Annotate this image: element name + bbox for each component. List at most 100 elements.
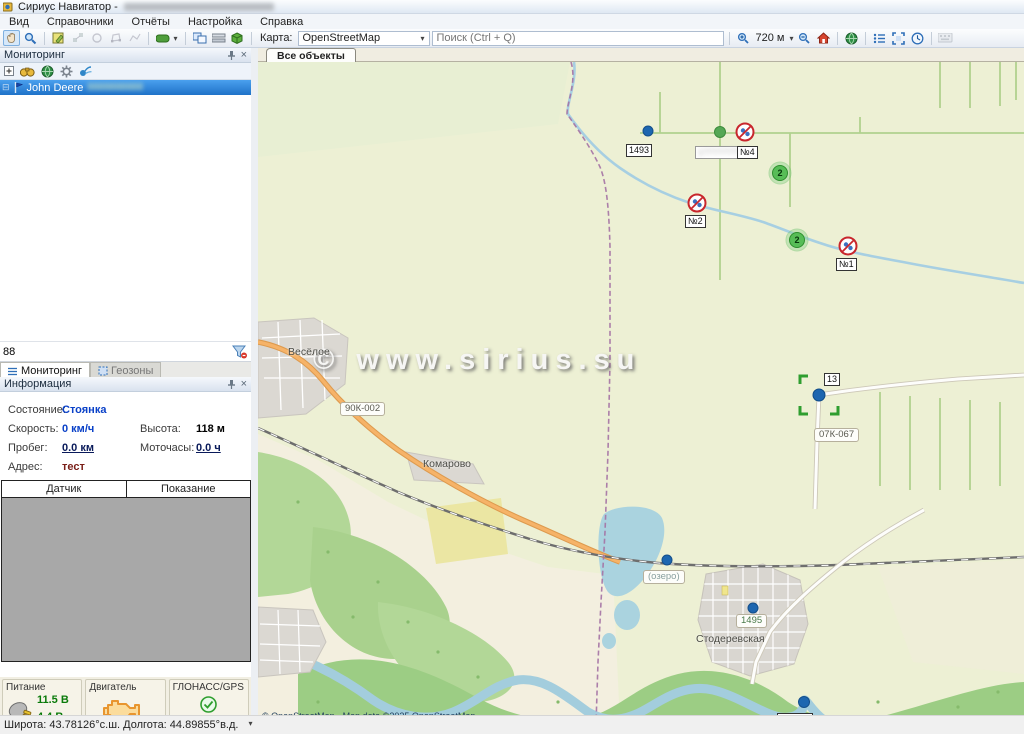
- clock-icon[interactable]: [909, 30, 926, 46]
- map-edit-icon[interactable]: [50, 30, 67, 46]
- mileage-label: Пробег:: [8, 442, 48, 454]
- toolbar-separator: [185, 32, 186, 45]
- map-label-n1: №1: [836, 258, 857, 271]
- marker-cluster-a[interactable]: 2: [769, 162, 791, 184]
- search-input[interactable]: [432, 31, 724, 46]
- speed-label: Скорость:: [8, 423, 59, 435]
- info-panel-header: Информация ×: [0, 377, 251, 392]
- zoom-out-icon[interactable]: [796, 30, 813, 46]
- expand-all-icon[interactable]: [4, 66, 14, 76]
- filter-input[interactable]: [0, 346, 232, 358]
- menu-nastroyka[interactable]: Настройка: [179, 16, 251, 28]
- satellite-icon: [200, 696, 217, 713]
- pin-icon[interactable]: [227, 50, 236, 60]
- flag-icon: [14, 82, 23, 93]
- home-icon[interactable]: [815, 30, 832, 46]
- map-tab-bar: Все объекты: [258, 48, 1024, 62]
- height-value: 118 м: [196, 423, 225, 435]
- map-select-label: Карта:: [257, 32, 296, 44]
- marker-blue-lake[interactable]: [662, 555, 672, 565]
- marker-blue-terek[interactable]: [799, 697, 810, 708]
- main-toolbar: ▾ Карта: OpenStreetMap ▾ 720 м ▾: [0, 29, 1024, 48]
- address-value: тест: [62, 461, 85, 473]
- list-icon[interactable]: [871, 30, 888, 46]
- map-tab-all-objects[interactable]: Все объекты: [266, 48, 356, 62]
- title-bar: Сириус Навигатор -: [0, 0, 1024, 14]
- panels-icon[interactable]: [191, 30, 208, 46]
- binoculars-icon[interactable]: [20, 66, 35, 77]
- power-voltage-1: 11.5 В: [37, 694, 69, 706]
- magnifier-icon[interactable]: [22, 30, 39, 46]
- statusbar-caret[interactable]: ▾: [248, 719, 252, 728]
- menu-spravka[interactable]: Справка: [251, 16, 312, 28]
- tree-item-vehicle[interactable]: ⊟ John Deere 8888888888: [0, 80, 251, 95]
- ruler-icon[interactable]: [210, 30, 227, 46]
- toolbar-separator: [44, 32, 45, 45]
- map-label-13: 13: [824, 373, 840, 386]
- settings-gear-icon[interactable]: [60, 65, 73, 78]
- map-label-1493: 1493: [626, 144, 652, 157]
- toolbar-separator: [251, 32, 252, 45]
- pin-icon[interactable]: [227, 379, 236, 389]
- road-label-90k002: 90К-002: [340, 402, 385, 416]
- map-label-1495: 1495: [736, 614, 767, 628]
- filter-funnel-icon[interactable]: [232, 345, 248, 359]
- pan-hand-icon[interactable]: [3, 30, 20, 46]
- app-icon: [3, 1, 14, 12]
- zoom-scale-value[interactable]: 720 м: [754, 32, 787, 44]
- marker-alert-4[interactable]: [737, 124, 754, 141]
- road-label-07k067: 07К-067: [814, 428, 859, 442]
- reading-column[interactable]: Показание: [127, 481, 251, 497]
- height-label: Высота:: [140, 423, 181, 435]
- close-icon[interactable]: ×: [241, 50, 247, 60]
- marker-blue-1495[interactable]: [748, 603, 758, 613]
- coordinates-readout: Широта: 43.78126°с.ш. Долгота: 44.89855°…: [4, 719, 238, 731]
- zoom-in-icon[interactable]: [735, 30, 752, 46]
- sensor-column[interactable]: Датчик: [2, 481, 127, 497]
- menu-otchety[interactable]: Отчёты: [123, 16, 179, 28]
- tracking-icon[interactable]: [79, 65, 92, 77]
- menu-spravochniki[interactable]: Справочники: [38, 16, 123, 28]
- hours-value[interactable]: 0.0 ч: [196, 442, 221, 454]
- fit-extent-icon[interactable]: [890, 30, 907, 46]
- map-region: Все объекты: [258, 48, 1024, 723]
- list-icon: [8, 367, 18, 376]
- town-label-stoderevskaya: Стодеревская: [696, 633, 765, 645]
- marker-cluster-b[interactable]: 2: [786, 229, 808, 251]
- marker-blue-1493[interactable]: [643, 126, 653, 136]
- zoom-scale-caret[interactable]: ▾: [789, 34, 793, 43]
- monitoring-panel-header: Мониторинг ×: [0, 48, 251, 63]
- polyline-tool-icon: [126, 30, 143, 46]
- map-label-lake: (озеро): [643, 570, 685, 584]
- tab-monitoring-label: Мониторинг: [21, 365, 82, 377]
- marker-alert-1[interactable]: [840, 238, 857, 255]
- toolbar-separator: [865, 32, 866, 45]
- map-provider-select[interactable]: OpenStreetMap ▾: [298, 31, 430, 46]
- monitoring-toolbar: [0, 63, 251, 80]
- cube-icon[interactable]: [229, 30, 246, 46]
- geozone-icon: [98, 366, 108, 376]
- town-label-komarovo: Комарово: [423, 458, 471, 470]
- map-graphics: 2 2: [258, 62, 1024, 724]
- marker-green-dot[interactable]: [715, 127, 726, 138]
- blurred-vehicle-number: 8888888888: [87, 82, 143, 93]
- tree-area[interactable]: [0, 95, 251, 341]
- filter-row: [0, 341, 251, 362]
- sensor-table: Датчик Показание: [1, 480, 251, 662]
- close-icon[interactable]: ×: [241, 379, 247, 389]
- map-canvas[interactable]: 2 2 © www.sirius.su 1493 1777777777 №4 №: [258, 62, 1024, 724]
- vehicle-menu-icon[interactable]: ▾: [154, 30, 180, 46]
- map-tab-label: Все объекты: [277, 50, 345, 62]
- menu-vid[interactable]: Вид: [0, 16, 38, 28]
- globe-icon[interactable]: [41, 65, 54, 78]
- marker-alert-2[interactable]: [689, 195, 706, 212]
- map-watermark: © www.sirius.su: [313, 344, 641, 377]
- toolbar-separator: [837, 32, 838, 45]
- mileage-value[interactable]: 0.0 км: [62, 442, 94, 454]
- globe-icon[interactable]: [843, 30, 860, 46]
- state-value: Стоянка: [62, 404, 106, 416]
- application-window: Сириус Навигатор - Вид Справочники Отчёт…: [0, 0, 1024, 734]
- state-label: Состояние:: [8, 404, 66, 416]
- tree-item-label: John Deere: [27, 82, 84, 94]
- keyboard-icon: [937, 30, 954, 46]
